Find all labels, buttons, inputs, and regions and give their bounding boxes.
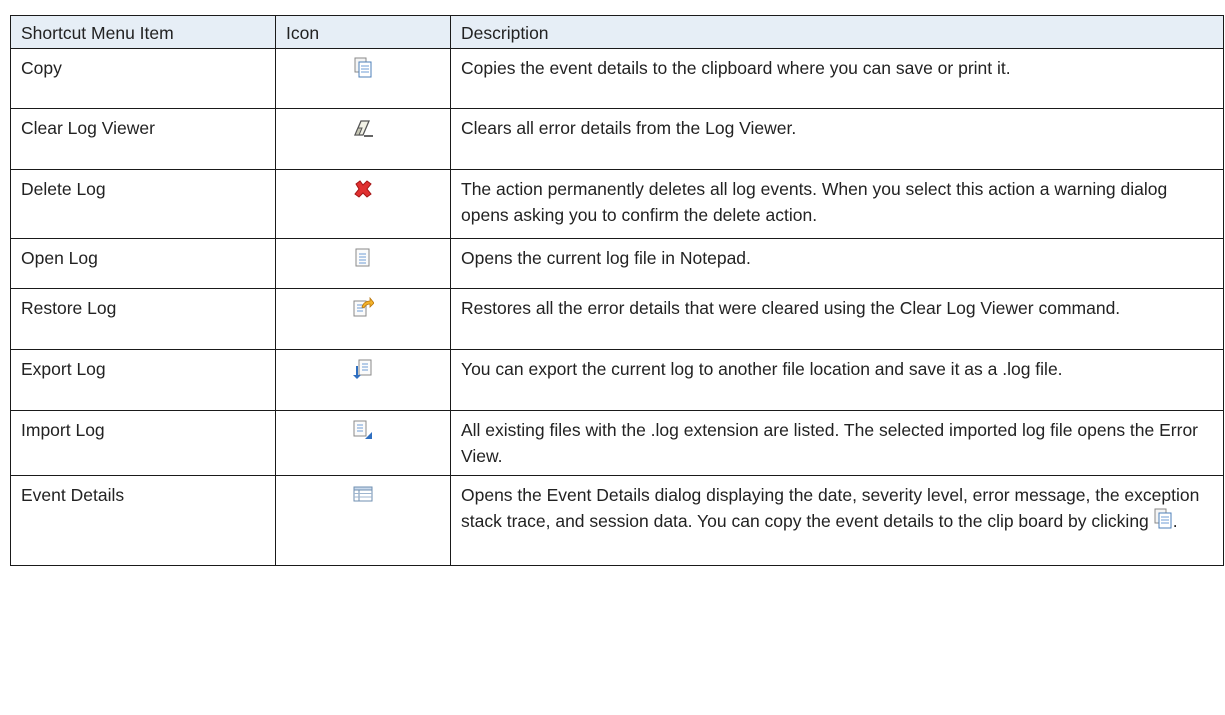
menu-item-description: All existing files with the .log extensi… [450,410,1224,476]
table-row: Delete Log The action permanently delete… [10,169,1224,239]
restore-log-icon [352,297,374,323]
table-details-icon [352,486,374,508]
menu-item-description: You can export the current log to anothe… [450,349,1224,411]
table-row: Import Log All existing files with the .… [10,410,1224,476]
menu-item-name: Restore Log [10,288,276,350]
menu-item-name: Export Log [10,349,276,411]
menu-item-description: The action permanently deletes all log e… [450,169,1224,239]
import-log-icon [352,420,374,445]
menu-item-name: Clear Log Viewer [10,108,276,170]
menu-item-description: Opens the current log file in Notepad. [450,238,1224,289]
event-details-trailing-period: . [1172,511,1178,531]
document-icon [354,248,372,273]
menu-item-description: Opens the Event Details dialog displayin… [450,475,1224,566]
table-row: Clear Log Viewer Clears all error detail… [10,108,1224,170]
table-row: Copy Copies the event details to the cli… [10,48,1224,109]
menu-item-name: Delete Log [10,169,276,239]
menu-item-description: Copies the event details to the clipboar… [450,48,1224,109]
table-row: Open Log Opens the current log file in N… [10,238,1224,289]
header-icon: Icon [275,15,451,49]
menu-item-description: Clears all error details from the Log Vi… [450,108,1224,170]
table-row: Event Details Opens the Event Details di… [10,475,1224,566]
menu-item-name: Copy [10,48,276,109]
table-row: Restore Log Restores all the error detai… [10,288,1224,350]
menu-item-name: Event Details [10,475,276,566]
header-shortcut-menu-item: Shortcut Menu Item [10,15,276,49]
document-page: Shortcut Menu Item Icon Description Copy [10,15,1225,715]
event-details-description-text: Opens the Event Details dialog displayin… [461,485,1200,531]
menu-item-name: Import Log [10,410,276,476]
copy-icon [353,57,373,83]
export-log-icon [352,359,374,384]
copy-icon [1153,508,1173,537]
menu-item-description: Restores all the error details that were… [450,288,1224,350]
table-header-row: Shortcut Menu Item Icon Description [10,15,1224,49]
eraser-icon [351,120,375,143]
shortcut-menu-table: Shortcut Menu Item Icon Description Copy [10,15,1224,566]
header-description: Description [450,15,1224,49]
table-row: Export Log You can export the current lo… [10,349,1224,411]
delete-x-icon [352,180,374,204]
menu-item-name: Open Log [10,238,276,289]
